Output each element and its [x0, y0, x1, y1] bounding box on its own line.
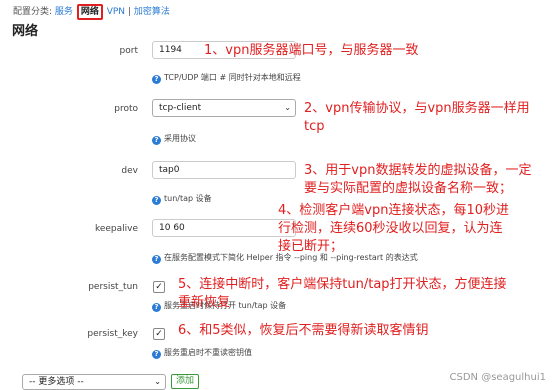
- chevron-down-icon: ⌄: [284, 103, 291, 112]
- help-icon: ?: [152, 303, 161, 312]
- breadcrumb-prefix: 配置分类:: [13, 7, 53, 17]
- tab-encryption[interactable]: 加密算法: [134, 7, 170, 17]
- port-help: ? TCP/UDP 端口 # 同时针对本地和远程: [152, 72, 301, 84]
- section-title: 网络: [12, 24, 39, 39]
- chevron-down-icon: ⌄: [154, 377, 161, 386]
- help-icon: ?: [152, 350, 161, 359]
- breadcrumb: 配置分类: 服务 网络 VPN | 加密算法: [13, 4, 170, 20]
- add-button[interactable]: 添加: [171, 374, 199, 389]
- annotation-3b: 要与实际配置的虚拟设备名称一致；: [304, 181, 513, 196]
- watermark: CSDN @seagulhui1: [449, 372, 546, 383]
- annotation-2b: tcp: [304, 119, 325, 134]
- dev-input[interactable]: tap0: [152, 161, 296, 179]
- help-icon: ?: [152, 255, 161, 264]
- help-icon: ?: [152, 136, 161, 145]
- tab-service[interactable]: 服务: [55, 7, 73, 17]
- dev-label: dev: [121, 166, 138, 176]
- persist-tun-checkbox[interactable]: ✓: [153, 281, 165, 293]
- proto-select[interactable]: tcp-client ⌄: [152, 99, 296, 117]
- persist-tun-label: persist_tun: [88, 282, 138, 292]
- annotation-4a: 4、检测客户端vpn连接状态，每10秒进: [278, 203, 509, 218]
- annotation-3a: 3、用于vpn数据转发的虚拟设备，一定: [304, 163, 532, 178]
- annotation-5b: 重新恢复: [178, 295, 231, 310]
- persist-key-checkbox[interactable]: ✓: [153, 328, 165, 340]
- port-label: port: [119, 46, 138, 56]
- annotation-2a: 2、vpn传输协议，与vpn服务器一样用: [304, 101, 530, 116]
- tab-network[interactable]: 网络: [76, 4, 103, 20]
- annotation-1: 1、vpn服务器端口号，与服务器一致: [204, 43, 419, 58]
- persist-key-help: ? 服务重启时不重读密钥值: [152, 347, 252, 359]
- help-icon: ?: [152, 75, 161, 84]
- annotation-4c: 接已断开；: [278, 239, 344, 254]
- annotation-6: 6、和5类似，恢复后不需要得新读取客情钥: [178, 323, 429, 338]
- help-icon: ?: [152, 196, 161, 205]
- breadcrumb-separator: |: [127, 7, 131, 17]
- dev-help: ? tun/tap 设备: [152, 193, 212, 205]
- persist-key-label: persist_key: [87, 329, 138, 339]
- keepalive-input[interactable]: 10 60: [152, 219, 296, 237]
- proto-label: proto: [114, 104, 138, 114]
- annotation-4b: 行检测，连续60秒没收以回复，认为连: [278, 221, 503, 236]
- tab-vpn[interactable]: VPN: [107, 7, 125, 17]
- more-options-select[interactable]: -- 更多选项 -- ⌄: [22, 374, 166, 390]
- proto-help: ? 采用协议: [152, 133, 196, 145]
- annotation-5a: 5、连接中断时，客户端保持tun/tap打开状态，方便连接: [178, 277, 507, 292]
- keepalive-label: keepalive: [94, 224, 138, 234]
